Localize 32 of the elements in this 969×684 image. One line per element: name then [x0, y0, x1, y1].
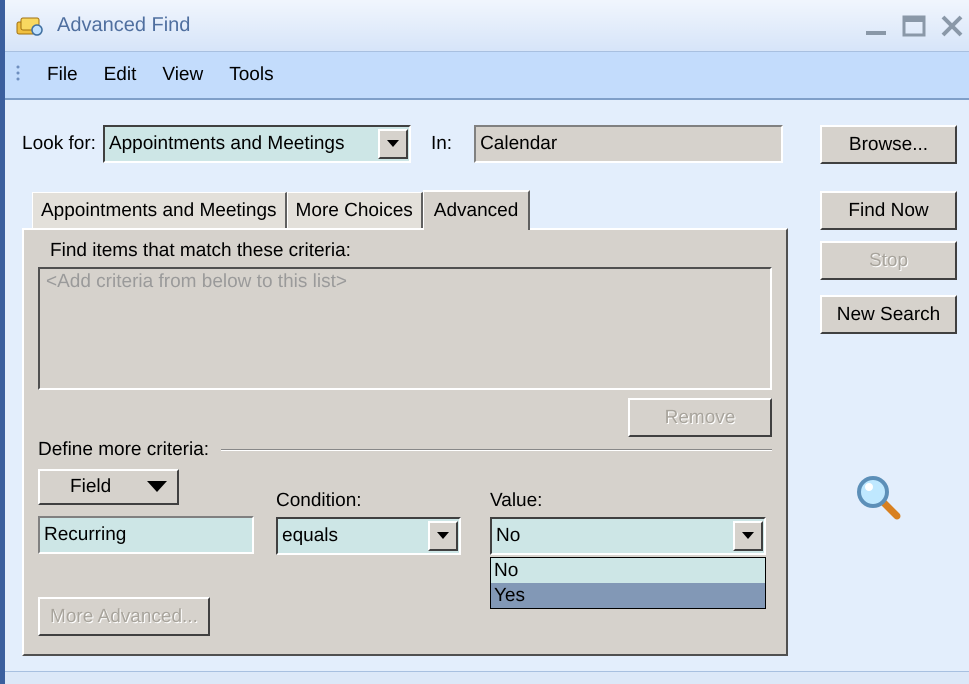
- condition-dropdown[interactable]: equals: [276, 517, 461, 555]
- action-button[interactable]: New Search: [820, 295, 957, 334]
- placeholder-text: <Add criteria from below to this list>: [46, 271, 347, 292]
- caret-icon: [742, 532, 754, 540]
- look-for-dropdown[interactable]: Appointments and Meetings: [102, 125, 411, 163]
- caret-icon: [386, 140, 399, 148]
- field-button[interactable]: Field: [38, 469, 179, 505]
- menu-item[interactable]: Tools: [229, 62, 274, 88]
- criteria-label: Find items that match these criteria:: [50, 239, 352, 263]
- close-icon[interactable]: [939, 14, 965, 38]
- menu-item[interactable]: View: [162, 62, 204, 88]
- tab[interactable]: More Choices: [286, 192, 423, 228]
- maximize-icon[interactable]: [901, 14, 927, 38]
- tab[interactable]: Appointments and Meetings: [32, 192, 287, 228]
- in-label: In:: [430, 133, 452, 155]
- action-button[interactable]: Find Now: [820, 191, 957, 230]
- field-input[interactable]: Recurring: [38, 516, 254, 554]
- define-criteria-label: Define more criteria:: [38, 439, 210, 461]
- value-label: Value:: [490, 489, 544, 513]
- window-title: Advanced Find: [57, 14, 190, 37]
- in-field: Calendar: [474, 125, 784, 163]
- action-button[interactable]: Browse...: [820, 125, 957, 164]
- tab[interactable]: Advanced: [422, 190, 530, 230]
- menu-item[interactable]: File: [47, 62, 78, 88]
- condition-label: Condition:: [276, 489, 363, 513]
- dropdown-option[interactable]: No: [491, 558, 765, 583]
- menu-item[interactable]: Edit: [104, 62, 136, 88]
- caret-icon: [147, 481, 167, 493]
- dropdown-option[interactable]: Yes: [491, 583, 765, 608]
- magnifier-icon: [855, 474, 903, 522]
- caret-icon: [437, 532, 449, 540]
- look-for-label: Look for:: [22, 133, 96, 155]
